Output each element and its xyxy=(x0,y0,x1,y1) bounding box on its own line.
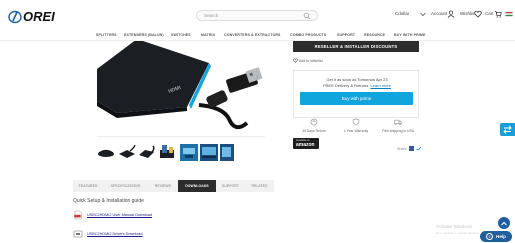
badge-returns: 30 Days Return xyxy=(293,118,335,133)
scroll-to-top-button[interactable] xyxy=(498,217,510,229)
main-nav: SPLITTERS EXTENDERS (BALUN) SWITCHES MAT… xyxy=(0,29,515,41)
nav-item-matrix[interactable]: MATRIX xyxy=(201,33,215,37)
activate-windows-title: Activate Windows xyxy=(436,224,473,229)
help-button[interactable]: ? Help xyxy=(480,231,512,242)
flag-icon[interactable] xyxy=(505,10,513,18)
image-next-arrow[interactable]: › xyxy=(256,73,262,81)
badge-returns-label: 30 Days Return xyxy=(302,129,326,133)
logo-text: OREI xyxy=(23,9,55,24)
nav-item-extenders[interactable]: EXTENDERS (BALUN) xyxy=(124,33,164,37)
badge-shipping: Free shipping in USA xyxy=(377,118,419,133)
free-delivery-text: FREE Delivery & Returns. xyxy=(323,83,370,88)
product-tabs: FEATURES SPECIFICATIONS REVIEWS DOWNLOAD… xyxy=(73,180,274,192)
badge-warranty: 1 Year Warranty xyxy=(335,118,377,133)
orei-logo[interactable]: OREI xyxy=(8,8,64,24)
badge-warranty-label: 1 Year Warranty xyxy=(343,129,369,133)
question-icon: ? xyxy=(486,233,493,240)
product-main-image[interactable]: HDMI xyxy=(97,41,265,137)
delivery-returns: FREE Delivery & Returns. Learn more xyxy=(294,83,420,88)
cart-icon[interactable] xyxy=(494,10,502,18)
currency-selector[interactable]: Cdollar xyxy=(395,11,409,16)
buy-with-prime-button[interactable]: Buy with prime xyxy=(300,92,413,105)
thumbnail-4[interactable] xyxy=(158,142,176,162)
thumbnail-6[interactable] xyxy=(200,142,218,162)
tab-downloads[interactable]: DOWNLOADS xyxy=(178,180,216,192)
trust-badges: 30 Days Return 1 Year Warranty Free ship… xyxy=(293,118,419,138)
thumbnail-strip xyxy=(97,142,267,164)
search-icon[interactable] xyxy=(303,12,311,20)
amazon-badge[interactable]: Available at amazon xyxy=(293,138,319,149)
download-link-drivers[interactable]: USBC2HDMI2 Drivers Download xyxy=(87,232,143,236)
truck-icon xyxy=(394,119,402,125)
driver-icon xyxy=(73,230,83,238)
chevron-up-icon xyxy=(501,221,507,226)
wishlist-label: Add to Wishlist xyxy=(298,59,323,63)
product-page: OREI Search Cdollar Account Wishlist Car… xyxy=(0,0,515,243)
nav-item-converters[interactable]: CONVERTERS & EXTRACTORS xyxy=(224,33,281,37)
downloads-heading: Quick Setup & Installation guide xyxy=(73,198,144,204)
shield-icon xyxy=(352,118,360,126)
search-bar[interactable]: Search xyxy=(196,10,318,21)
nav-item-switches[interactable]: SWITCHES xyxy=(171,33,191,37)
shipping-box: Get it as soon as Tomorrow Apr 23 FREE D… xyxy=(293,70,419,118)
thumbnail-2[interactable] xyxy=(118,142,136,162)
tab-specifications[interactable]: SPECIFICATIONS xyxy=(103,180,148,192)
nav-item-combo[interactable]: COMBO PRODUCTS xyxy=(290,33,326,37)
tab-support[interactable]: SUPPORT xyxy=(216,180,245,192)
share-label: Share xyxy=(397,147,407,151)
nav-item-splitters[interactable]: SPLITTERS xyxy=(96,33,117,37)
nav-item-buy-prime[interactable]: BUY WITH PRIME xyxy=(394,33,425,37)
activate-windows-subtitle: Go to Settings to activate Windows. xyxy=(436,231,481,235)
user-icon[interactable] xyxy=(447,10,455,18)
amazon-logo: amazon xyxy=(296,142,315,148)
add-to-wishlist-link[interactable]: Add to Wishlist xyxy=(293,58,323,63)
site-header: OREI Search Cdollar Account Wishlist Car… xyxy=(0,0,515,29)
search-input[interactable]: Search xyxy=(204,13,218,18)
chevron-down-icon[interactable] xyxy=(419,10,427,18)
download-link-manual[interactable]: USBC2HDMI2 User Manual Download xyxy=(87,213,152,217)
thumbnail-5[interactable] xyxy=(180,142,198,162)
thumbnail-3[interactable] xyxy=(138,142,156,162)
thumbnail-7[interactable] xyxy=(220,142,238,162)
facebook-icon[interactable] xyxy=(409,146,414,151)
thumbnail-1[interactable] xyxy=(97,142,115,162)
reseller-discounts-button[interactable]: RESELLER & INSTALLER DISCOUNTS xyxy=(293,41,419,52)
tab-related[interactable]: RELATED xyxy=(245,180,274,192)
compare-button[interactable] xyxy=(500,123,515,136)
twitter-icon[interactable] xyxy=(416,146,421,151)
pdf-icon xyxy=(74,210,82,220)
heart-icon xyxy=(293,58,298,63)
heart-icon[interactable] xyxy=(474,10,482,18)
account-link[interactable]: Account xyxy=(431,11,447,16)
compare-icon xyxy=(503,125,512,134)
badge-shipping-label: Free shipping in USA xyxy=(381,129,415,133)
return-icon xyxy=(310,118,318,126)
delivery-estimate: Get it as soon as Tomorrow Apr 23 xyxy=(326,77,388,82)
tab-reviews[interactable]: REVIEWS xyxy=(148,180,178,192)
nav-item-resource[interactable]: RESOURCE xyxy=(364,33,385,37)
tab-features[interactable]: FEATURES xyxy=(73,180,103,192)
cart-link[interactable]: Cart xyxy=(485,11,494,16)
help-label: Help xyxy=(496,234,506,239)
learn-more-link[interactable]: Learn more xyxy=(370,83,390,88)
nav-item-support[interactable]: SUPPORT xyxy=(337,33,355,37)
